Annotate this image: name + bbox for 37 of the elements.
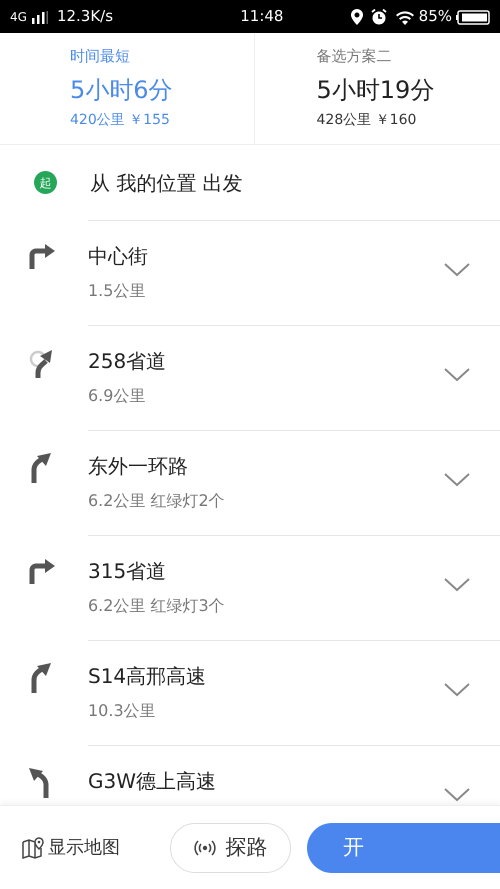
- road-name: 东外一环路: [88, 453, 189, 480]
- start-badge: 起: [34, 171, 57, 194]
- step-detail: 10.3公里: [88, 700, 157, 722]
- broadcast-icon: [194, 838, 216, 856]
- step-detail: 1.5公里: [88, 280, 146, 302]
- chevron-down-icon[interactable]: [444, 263, 470, 277]
- clock-time: 11:48: [239, 6, 284, 28]
- route-label: 时间最短: [70, 46, 131, 67]
- route-summary: 420公里 ￥155: [70, 110, 171, 130]
- road-name: G3W德上高速: [88, 768, 216, 795]
- chevron-down-icon[interactable]: [444, 473, 470, 487]
- route-duration: 5小时6分: [70, 74, 174, 106]
- route-label: 备选方案二: [316, 46, 392, 67]
- turn-right-icon: [28, 558, 56, 584]
- explore-button[interactable]: 探路: [170, 822, 292, 872]
- route-summary: 428公里 ￥160: [316, 110, 418, 130]
- chevron-down-icon[interactable]: [444, 368, 470, 382]
- network-label: 4G: [10, 8, 27, 26]
- battery-level: 85%: [418, 6, 452, 28]
- show-map-button[interactable]: 显示地图: [22, 834, 120, 861]
- chevron-down-icon[interactable]: [444, 683, 470, 697]
- start-text: 从 我的位置 出发: [90, 170, 243, 196]
- chevron-down-icon[interactable]: [444, 578, 470, 592]
- road-name: S14高邢高速: [88, 663, 206, 690]
- route-option[interactable]: 备选方案二 5小时19分 428公里 ￥160: [254, 33, 500, 144]
- step-detail: 6.2公里 红绿灯3个: [88, 595, 225, 617]
- turn-right-icon: [28, 243, 56, 269]
- road-name: 258省道: [88, 348, 166, 375]
- map-icon: [22, 836, 44, 858]
- road-name: 中心街: [88, 243, 148, 270]
- road-name: 315省道: [88, 558, 168, 585]
- chevron-down-icon[interactable]: [444, 788, 470, 802]
- speed-label: 12.3K/s: [56, 6, 114, 28]
- start-navigation-button[interactable]: 开: [307, 822, 500, 872]
- route-duration: 5小时19分: [316, 74, 436, 106]
- step-detail: 6.2公里 红绿灯2个: [88, 490, 225, 512]
- step-detail: 6.9公里: [88, 385, 146, 407]
